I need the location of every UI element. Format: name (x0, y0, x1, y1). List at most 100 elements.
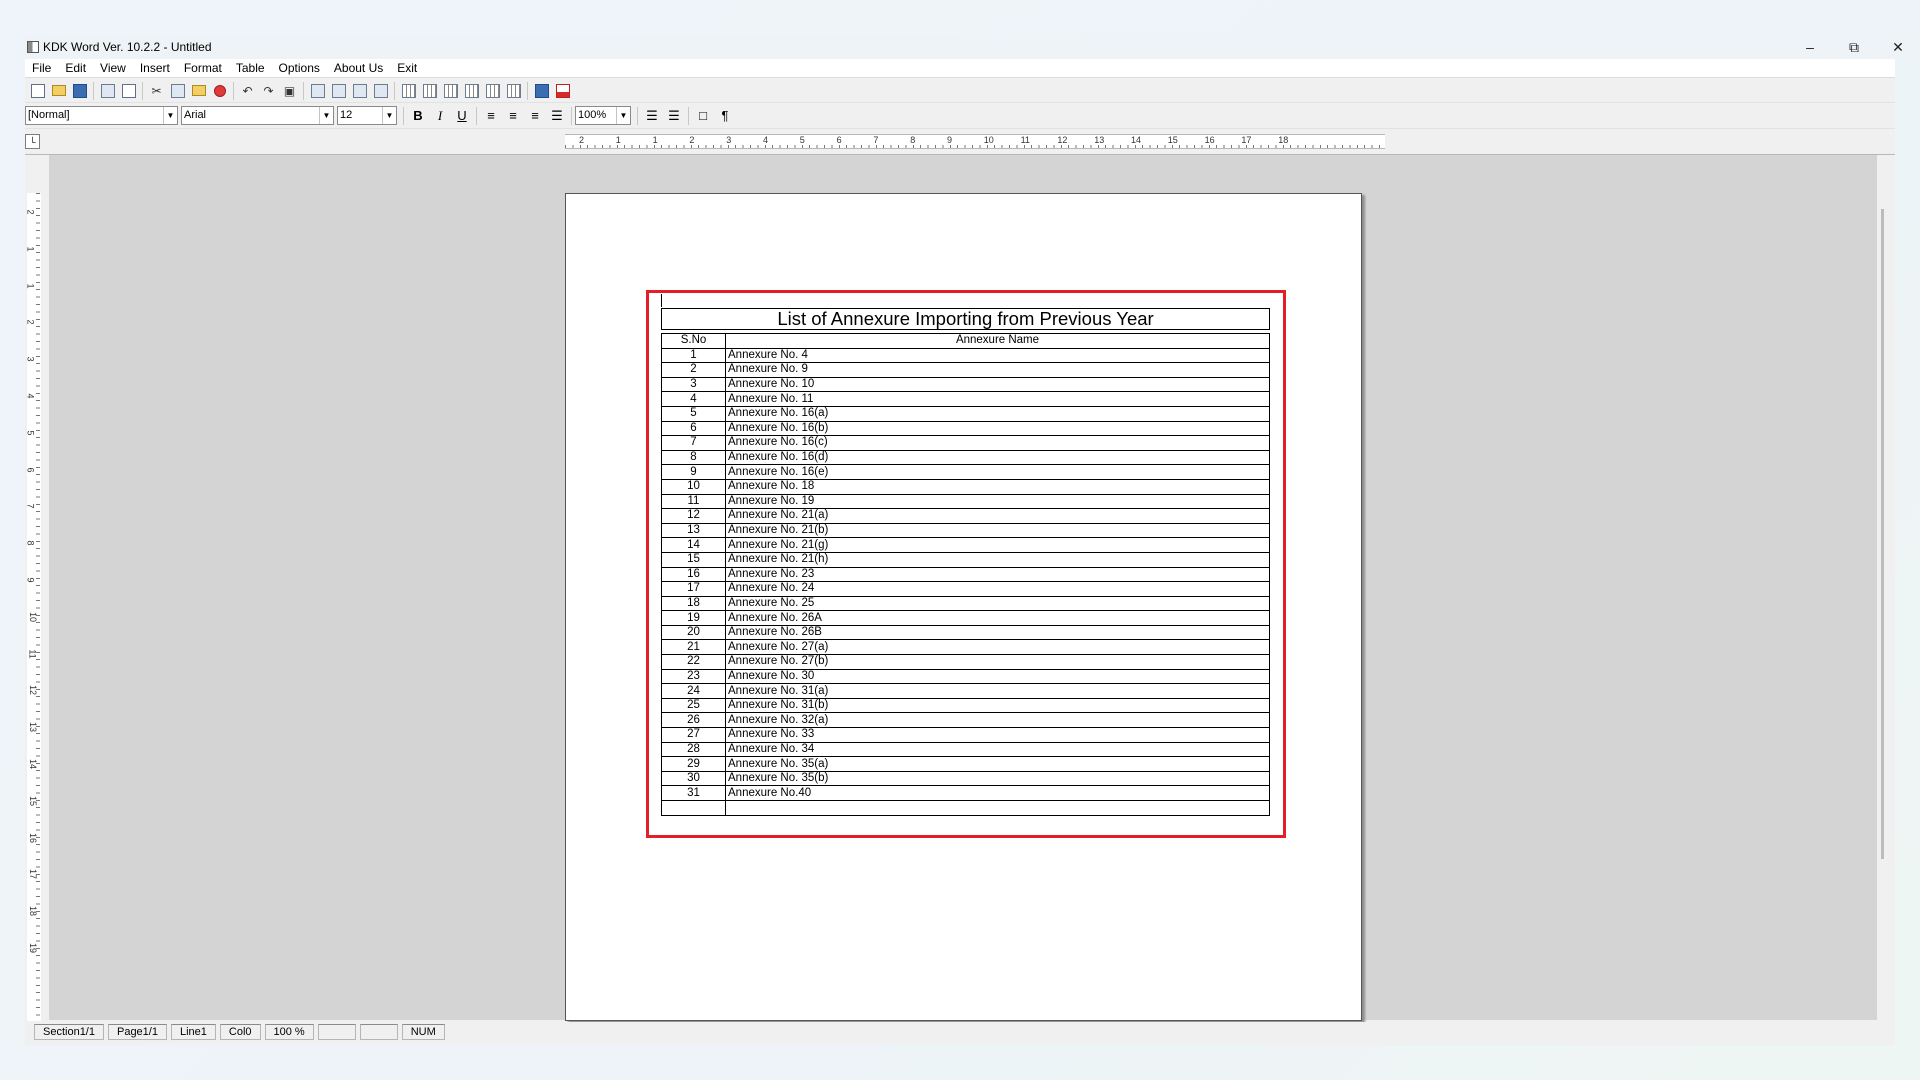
row-annexure-cell[interactable]: Annexure No. 25 (725, 595, 1270, 612)
menu-table[interactable]: Table (229, 59, 272, 78)
font-dropdown[interactable]: Arial ▼ (181, 106, 334, 125)
row-annexure-cell[interactable]: Annexure No. 32(a) (725, 712, 1270, 729)
row-annexure-cell[interactable]: Annexure No. 9 (725, 362, 1270, 378)
row-annexure-cell[interactable]: Annexure No. 21(b) (725, 522, 1270, 539)
row-annexure-cell[interactable]: Annexure No. 16(b) (725, 420, 1270, 437)
row-sno-cell[interactable]: 29 (661, 756, 726, 772)
menu-options[interactable]: Options (272, 59, 327, 78)
align-right-button[interactable]: ≡ (502, 106, 524, 126)
redo-button[interactable]: ↷ (258, 80, 279, 101)
row-sno-cell[interactable]: 7 (661, 435, 726, 451)
row-sno-cell[interactable]: 1 (661, 347, 726, 364)
row-annexure-cell[interactable]: Annexure No. 23 (725, 566, 1270, 583)
numbered-list-button[interactable]: ☰ (641, 106, 663, 126)
close-button[interactable]: ✕ (1876, 35, 1920, 59)
row-sno-cell[interactable]: 26 (661, 712, 726, 729)
menu-insert[interactable]: Insert (133, 59, 177, 78)
row-annexure-cell[interactable]: Annexure No. 26A (725, 610, 1270, 626)
find-button[interactable]: ▣ (279, 80, 300, 101)
row-sno-cell[interactable]: 22 (661, 654, 726, 670)
row-sno-cell[interactable]: 10 (661, 478, 726, 495)
table-title[interactable]: List of Annexure Importing from Previous… (661, 308, 1270, 330)
print-preview-button[interactable] (118, 80, 139, 101)
row-sno-cell[interactable]: 5 (661, 405, 726, 422)
row-sno-cell[interactable]: 9 (661, 464, 726, 480)
save-button[interactable] (69, 80, 90, 101)
zoom-dropdown[interactable]: 100% ▼ (575, 106, 631, 125)
row-sno-cell[interactable]: 24 (661, 683, 726, 699)
row-annexure-cell[interactable]: Annexure No. 35(a) (725, 756, 1270, 772)
annexure-table[interactable]: List of Annexure Importing from Previous… (661, 308, 1270, 816)
table-tool-6[interactable] (503, 80, 524, 101)
table-tool-1[interactable] (398, 80, 419, 101)
row-sno-cell[interactable]: 15 (661, 551, 726, 568)
row-sno-cell[interactable]: 30 (661, 770, 726, 787)
table-tool-2[interactable] (419, 80, 440, 101)
row-annexure-cell[interactable]: Annexure No. 16(e) (725, 464, 1270, 480)
row-annexure-cell[interactable]: Annexure No. 27(b) (725, 654, 1270, 670)
menu-file[interactable]: File (25, 59, 58, 78)
insert-frame-button[interactable]: □ (692, 106, 714, 126)
row-annexure-cell[interactable]: Annexure No. 27(a) (725, 639, 1270, 656)
row-sno-cell[interactable]: 18 (661, 595, 726, 612)
row-sno-cell[interactable]: 4 (661, 391, 726, 407)
image-tool-2[interactable] (328, 80, 349, 101)
row-sno-cell[interactable]: 14 (661, 537, 726, 553)
row-sno-cell[interactable]: 8 (661, 449, 726, 466)
row-sno-cell[interactable]: 11 (661, 493, 726, 510)
menu-format[interactable]: Format (177, 59, 229, 78)
horizontal-ruler[interactable]: 2 1 1 2 3 4 5 6 7 8 9 10 11 12 13 14 15 16 17 18 (565, 134, 1385, 149)
justify-button[interactable]: ☰ (546, 106, 568, 126)
row-annexure-cell[interactable]: Annexure No. 31(b) (725, 697, 1270, 714)
row-annexure-cell[interactable]: Annexure No. 26B (725, 624, 1270, 641)
scrollbar-thumb[interactable] (1881, 209, 1884, 859)
paste-button[interactable] (188, 80, 209, 101)
row-annexure-cell[interactable]: Annexure No. 21(g) (725, 537, 1270, 553)
row-annexure-cell[interactable]: Annexure No. 21(h) (725, 551, 1270, 568)
vertical-ruler[interactable]: 2 1 1 2 3 4 5 6 7 8 9 10 11 12 13 14 15 16 17 18 19 (26, 193, 41, 1021)
bold-button[interactable]: B (407, 106, 429, 126)
image-tool-4[interactable] (370, 80, 391, 101)
align-left-button[interactable]: ≡ (480, 106, 502, 126)
row-annexure-cell[interactable]: Annexure No. 19 (725, 493, 1270, 510)
table-tool-5[interactable] (482, 80, 503, 101)
underline-button[interactable]: U (451, 106, 473, 126)
export-word-button[interactable] (531, 80, 552, 101)
tab-stop-selector[interactable]: └ (25, 134, 40, 149)
row-sno-cell[interactable]: 16 (661, 566, 726, 583)
row-annexure-cell[interactable]: Annexure No.40 (725, 785, 1270, 801)
open-button[interactable] (48, 80, 69, 101)
undo-button[interactable]: ↶ (237, 80, 258, 101)
row-sno-cell[interactable]: 12 (661, 508, 726, 524)
align-center-button[interactable]: ≡ (524, 106, 546, 126)
row-sno-cell[interactable]: 17 (661, 581, 726, 597)
row-annexure-cell[interactable] (725, 800, 1270, 816)
row-sno-cell[interactable]: 20 (661, 624, 726, 641)
row-sno-cell[interactable]: 19 (661, 610, 726, 626)
vertical-scrollbar[interactable] (1877, 155, 1895, 1021)
row-annexure-cell[interactable]: Annexure No. 21(a) (725, 508, 1270, 524)
row-sno-cell[interactable]: 13 (661, 522, 726, 539)
menu-edit[interactable]: Edit (58, 59, 93, 78)
italic-button[interactable]: I (429, 106, 451, 126)
new-button[interactable] (27, 80, 48, 101)
cut-button[interactable]: ✂ (146, 80, 167, 101)
menu-about-us[interactable]: About Us (327, 59, 390, 78)
row-annexure-cell[interactable]: Annexure No. 16(c) (725, 435, 1270, 451)
row-annexure-cell[interactable]: Annexure No. 18 (725, 478, 1270, 495)
export-pdf-button[interactable] (552, 80, 573, 101)
row-annexure-cell[interactable]: Annexure No. 16(d) (725, 449, 1270, 466)
menu-view[interactable]: View (93, 59, 133, 78)
style-dropdown[interactable]: [Normal] ▼ (25, 106, 178, 125)
row-annexure-cell[interactable]: Annexure No. 16(a) (725, 405, 1270, 422)
row-sno-cell[interactable]: 31 (661, 785, 726, 801)
print-button[interactable] (97, 80, 118, 101)
row-sno-cell[interactable]: 25 (661, 697, 726, 714)
row-annexure-cell[interactable]: Annexure No. 31(a) (725, 683, 1270, 699)
row-annexure-cell[interactable]: Annexure No. 33 (725, 727, 1270, 743)
row-sno-cell[interactable]: 6 (661, 420, 726, 437)
row-sno-cell[interactable]: 28 (661, 741, 726, 758)
show-formatting-button[interactable]: ¶ (714, 106, 736, 126)
image-tool-1[interactable] (307, 80, 328, 101)
row-sno-cell[interactable]: 3 (661, 376, 726, 393)
